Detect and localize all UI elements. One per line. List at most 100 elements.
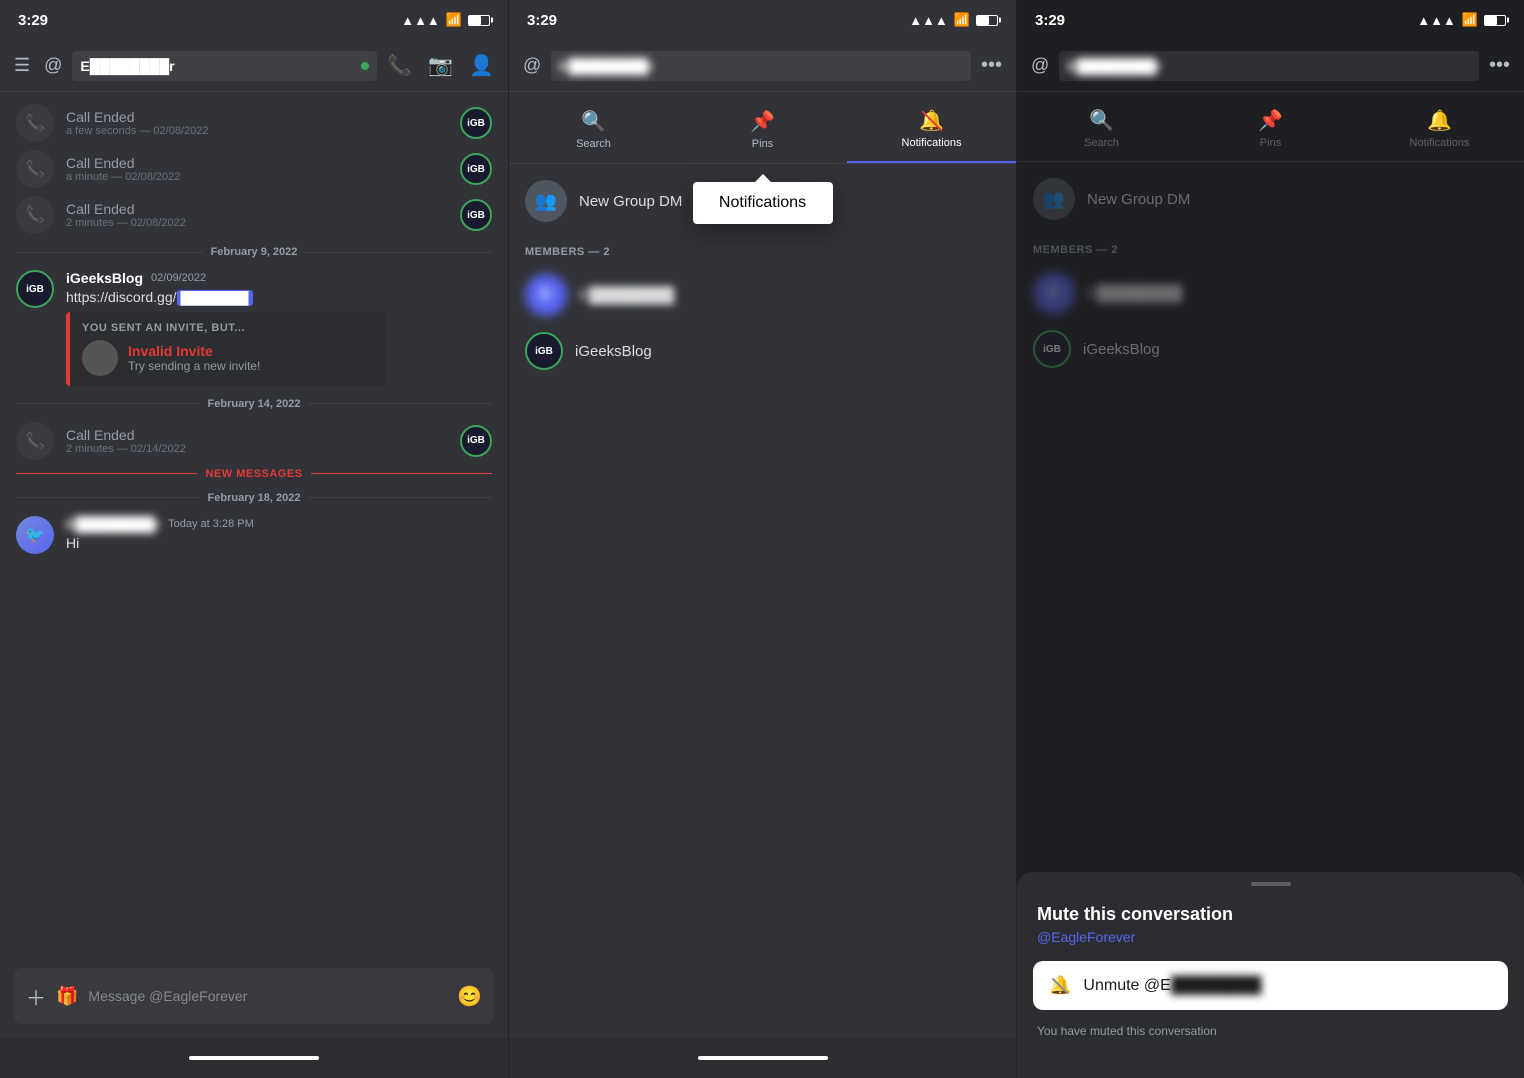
call-time-4: 2 minutes — 02/14/2022	[66, 443, 448, 455]
member-row-igb[interactable]: iGB iGeeksBlog	[509, 324, 1016, 378]
at-icon-3: @	[1031, 55, 1049, 76]
bottom-bar-2	[509, 1038, 1016, 1078]
search-label-3: Search	[1084, 137, 1119, 149]
panel-chat: 3:29 ▲▲▲ 📶 ☰ @ E████████r 📞 📷 👤 📞	[0, 0, 508, 1078]
new-group-dm-row-3: 👥 New Group DM	[1017, 170, 1524, 228]
status-icons-1: ▲▲▲ 📶	[401, 12, 490, 28]
channel-name-1: E████████r	[80, 58, 174, 74]
call-time-3: 2 minutes — 02/08/2022	[66, 217, 448, 229]
tab-notifications-3[interactable]: 🔔 Notifications	[1355, 100, 1524, 161]
status-time-3: 3:29	[1035, 12, 1065, 29]
at-icon-1: @	[44, 55, 62, 76]
channel-title-box-3[interactable]: E████████r	[1059, 51, 1479, 81]
section-header-members: MEMBERS — 2	[509, 230, 1016, 266]
status-bar-3: 3:29 ▲▲▲ 📶	[1017, 0, 1524, 40]
tab-search-2[interactable]: 🔍 Search	[509, 101, 678, 162]
member-name-1-3: E████████	[1087, 285, 1182, 302]
date-text-feb18: February 18, 2022	[208, 492, 301, 504]
hamburger-icon[interactable]: ☰	[14, 55, 30, 76]
unmute-label: Unmute @E████████	[1083, 977, 1261, 995]
status-icons-2: ▲▲▲ 📶	[909, 12, 998, 28]
call-ended-4: 📞 Call Ended 2 minutes — 02/14/2022 iGB	[0, 418, 508, 464]
members-icon[interactable]: 👤	[469, 53, 494, 78]
nav-icons-1: 📞 📷 👤	[387, 53, 494, 78]
channel-title-box-2[interactable]: E████████r	[551, 51, 971, 81]
call-ended-2: 📞 Call Ended a minute — 02/08/2022 iGB	[0, 146, 508, 192]
phone-icon-2: 📞	[25, 159, 45, 179]
msg-igeeksblog: iGB iGeeksBlog 02/09/2022 https://discor…	[0, 266, 508, 390]
mute-note: You have muted this conversation	[1017, 1014, 1524, 1038]
group-icon-3: 👥	[1043, 189, 1065, 210]
call-ended-label: Call Ended	[66, 109, 448, 125]
date-divider-feb14: February 14, 2022	[0, 390, 508, 418]
status-icons-3: ▲▲▲ 📶	[1417, 12, 1506, 28]
mute-sheet: Mute this conversation @EagleForever 🔔 U…	[1017, 872, 1524, 1078]
phone-icon-4: 📞	[25, 431, 45, 451]
chat-input-placeholder[interactable]: Message @EagleForever	[88, 988, 447, 1004]
tab-search-3[interactable]: 🔍 Search	[1017, 100, 1186, 161]
pins-icon-2: 📌	[750, 109, 775, 134]
tab-pins-2[interactable]: 📌 Pins	[678, 101, 847, 162]
member-name-igb: iGeeksBlog	[575, 343, 652, 360]
panel-mute: 3:29 ▲▲▲ 📶 @ E████████r ••• 🔍 Search 📌 P…	[1016, 0, 1524, 1078]
avatar-igb-2: iGB	[460, 153, 492, 185]
status-time-1: 3:29	[18, 12, 48, 29]
channel-name-3: E████████r	[1067, 58, 1161, 74]
at-icon-2: @	[523, 55, 541, 76]
mute-handle	[1251, 882, 1291, 886]
add-attachment-icon[interactable]: ＋	[26, 982, 46, 1011]
call-ended-label-2: Call Ended	[66, 155, 448, 171]
pins-label-3: Pins	[1260, 137, 1281, 149]
battery-icon-3	[1484, 15, 1506, 26]
date-divider-feb9: February 9, 2022	[0, 238, 508, 266]
tab-area: 🔍 Search 📌 Pins 🔔 Notifications Notifica…	[509, 92, 1016, 164]
bottom-bar-1	[0, 1038, 508, 1078]
group-icon: 👥	[535, 191, 557, 212]
gift-icon[interactable]: 🎁	[56, 986, 78, 1007]
top-nav-1: ☰ @ E████████r 📞 📷 👤	[0, 40, 508, 92]
more-icon-2[interactable]: •••	[981, 54, 1002, 77]
top-nav-3: @ E████████r •••	[1017, 40, 1524, 92]
pins-icon-3: 📌	[1258, 108, 1283, 133]
member-avatar-1: E	[525, 274, 567, 316]
call-icon-circle-4: 📞	[16, 422, 54, 460]
tab-bar-2: 🔍 Search 📌 Pins 🔔 Notifications	[509, 92, 1016, 164]
member-avatar-igb: iGB	[525, 332, 563, 370]
new-group-icon: 👥	[525, 180, 567, 222]
avatar-igb-4: iGB	[460, 425, 492, 457]
call-icon-circle-2: 📞	[16, 150, 54, 188]
msg-text-igb: https://discord.gg/████████	[66, 288, 492, 308]
member-name-1: E████████	[579, 287, 674, 304]
video-icon[interactable]: 📷	[428, 53, 453, 78]
msg-text-hi: Hi	[66, 534, 492, 554]
call-icon[interactable]: 📞	[387, 53, 412, 78]
tab-notifications-2[interactable]: 🔔 Notifications	[847, 100, 1016, 163]
more-icon-3[interactable]: •••	[1489, 54, 1510, 77]
chat-input-bar[interactable]: ＋ 🎁 Message @EagleForever 😊	[14, 968, 494, 1024]
channel-name-2: E████████r	[559, 58, 653, 74]
msg-hi: 🐦 E████████r Today at 3:28 PM Hi	[0, 512, 508, 558]
notifications-label-3: Notifications	[1410, 137, 1470, 149]
unmute-option[interactable]: 🔔 Unmute @E████████	[1033, 961, 1508, 1010]
emoji-icon[interactable]: 😊	[457, 984, 482, 1009]
battery-icon-2	[976, 15, 998, 26]
call-time-1: a few seconds — 02/08/2022	[66, 125, 448, 137]
member-avatar-igb-3: iGB	[1033, 330, 1071, 368]
invite-embed-label: YOU SENT AN INVITE, BUT...	[82, 322, 374, 334]
user-avatar-main: 🐦	[16, 516, 54, 554]
section-header-members-3: MEMBERS — 2	[1017, 228, 1524, 264]
pins-label-2: Pins	[752, 138, 773, 150]
notif-icon-wrapper: 🔔	[919, 108, 944, 133]
search-icon-2: 🔍	[581, 109, 606, 134]
member-row-1[interactable]: E E████████	[509, 266, 1016, 324]
date-text-feb14: February 14, 2022	[208, 398, 301, 410]
tab-pins-3[interactable]: 📌 Pins	[1186, 100, 1355, 161]
wifi-icon-2: 📶	[954, 12, 970, 28]
signal-icon-1: ▲▲▲	[401, 13, 440, 28]
panel-members: 3:29 ▲▲▲ 📶 @ E████████r ••• 🔍 Search 📌 P…	[508, 0, 1016, 1078]
search-label-2: Search	[576, 138, 611, 150]
channel-title-box-1[interactable]: E████████r	[72, 51, 377, 81]
msg-author-igb: iGeeksBlog	[66, 270, 143, 286]
battery-icon-1	[468, 15, 490, 26]
new-group-dm-label: New Group DM	[579, 193, 682, 210]
